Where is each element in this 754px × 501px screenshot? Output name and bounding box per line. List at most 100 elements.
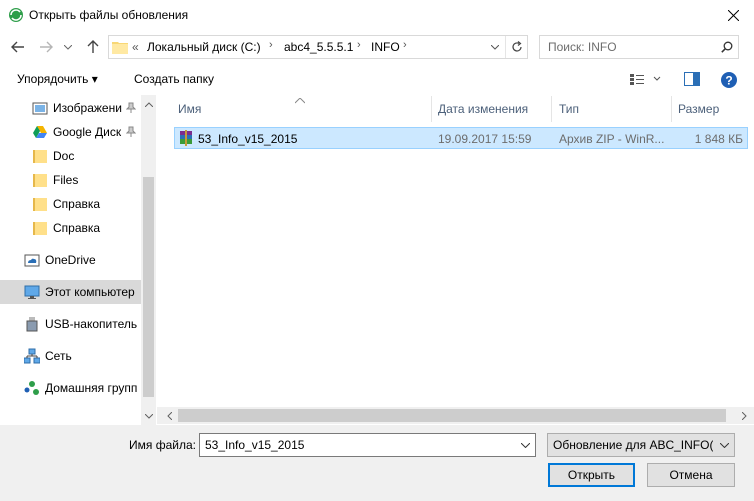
column-header-date[interactable]: Дата изменения (438, 102, 528, 116)
scroll-down-arrow-icon[interactable] (143, 410, 154, 422)
pin-icon (126, 102, 136, 113)
up-button[interactable] (84, 37, 102, 57)
filename-label: Имя файла: (129, 438, 196, 452)
sidebar-item-homegroup[interactable]: Домашняя групп (0, 376, 141, 400)
pictures-icon (32, 102, 48, 115)
winrar-archive-icon (180, 130, 192, 146)
back-arrow-icon (11, 41, 24, 53)
folder-icon (33, 150, 47, 163)
up-arrow-icon (87, 40, 99, 53)
breadcrumb-overflow[interactable]: « (132, 40, 139, 54)
new-folder-button[interactable]: Создать папку (134, 72, 214, 86)
sidebar-item-label: Files (53, 173, 79, 187)
close-button[interactable] (712, 0, 754, 31)
computer-icon (24, 285, 40, 299)
file-date: 19.09.2017 15:59 (438, 132, 532, 146)
sidebar-item-label: Справка (53, 197, 101, 211)
title-bar: Открыть файлы обновления (0, 0, 754, 31)
help-icon: ? (721, 72, 737, 88)
details-view-icon (630, 74, 661, 85)
scroll-up-arrow-icon[interactable] (143, 98, 154, 110)
window-title: Открыть файлы обновления (29, 8, 189, 22)
filename-value: 53_Info_v15_2015 (205, 438, 305, 452)
cancel-button[interactable]: Отмена (647, 463, 735, 487)
help-button[interactable]: ? (720, 71, 738, 89)
sidebar-item-label: Этот компьютер (45, 285, 135, 299)
file-name: 53_Info_v15_2015 (198, 132, 298, 146)
sidebar-item-spravka-2[interactable]: Справка (0, 216, 141, 240)
chevron-down-icon[interactable] (521, 443, 530, 448)
navigation-scrollbar-thumb[interactable] (143, 177, 154, 397)
usb-icon (26, 317, 38, 332)
filename-input[interactable]: 53_Info_v15_2015 (199, 433, 536, 457)
address-bar[interactable]: « Локальный диск (C:) › abc4_5.5.5.1 › I… (108, 35, 528, 59)
sidebar-item-usb[interactable]: USB-накопитель (0, 312, 141, 336)
file-type: Архив ZIP - WinR... (559, 132, 665, 146)
file-list-hscrollbar-thumb[interactable] (178, 409, 726, 422)
column-header-name[interactable]: Имя (178, 102, 201, 116)
search-icon (721, 41, 733, 53)
open-button[interactable]: Открыть (548, 463, 635, 487)
breadcrumb-info[interactable]: INFO (371, 40, 400, 54)
sidebar-item-network[interactable]: Сеть (0, 344, 141, 368)
google-drive-icon (33, 126, 47, 138)
preview-pane-icon (684, 72, 700, 86)
filetype-value: Обновление для ABC_INFO(*.z (553, 438, 713, 452)
table-row[interactable]: 53_Info_v15_2015 19.09.2017 15:59 Архив … (174, 127, 748, 149)
file-size: 1 848 КБ (694, 132, 743, 146)
sidebar-item-pictures[interactable]: Изображени (0, 96, 141, 120)
sidebar-item-files[interactable]: Files (0, 168, 141, 192)
back-button[interactable] (8, 37, 28, 57)
close-icon (727, 10, 739, 21)
breadcrumb-separator-icon[interactable]: › (269, 39, 273, 51)
recent-locations-button[interactable] (62, 40, 74, 54)
organize-menu-button[interactable]: Упорядочить ▾ (17, 72, 98, 86)
forward-button[interactable] (36, 37, 56, 57)
sidebar-item-this-pc[interactable]: Этот компьютер (0, 280, 141, 304)
sidebar-item-label: Справка (53, 221, 101, 235)
homegroup-icon (24, 381, 39, 395)
sidebar-item-spravka[interactable]: Справка (0, 192, 141, 216)
breadcrumb-local-disk[interactable]: Локальный диск (C:) (147, 40, 261, 54)
refresh-button[interactable] (505, 36, 527, 58)
preview-pane-button[interactable] (684, 72, 700, 88)
sidebar-item-onedrive[interactable]: OneDrive (0, 248, 141, 272)
pin-icon (126, 126, 136, 137)
network-icon (24, 348, 40, 364)
column-header-type[interactable]: Тип (559, 102, 579, 116)
column-header-size[interactable]: Размер (678, 102, 719, 116)
folder-icon (33, 198, 47, 211)
filetype-select[interactable]: Обновление для ABC_INFO(*.z (547, 433, 735, 457)
svg-text:?: ? (725, 74, 732, 88)
sidebar-item-label: Doc (53, 149, 75, 163)
sidebar-item-label: USB-накопитель (45, 317, 138, 331)
breadcrumb-abc4[interactable]: abc4_5.5.5.1 (284, 40, 353, 54)
sidebar-item-label: Сеть (45, 349, 72, 363)
column-divider[interactable] (671, 96, 672, 122)
app-icon (9, 8, 23, 22)
folder-icon (33, 222, 47, 235)
scroll-left-arrow-icon[interactable] (163, 409, 175, 422)
sidebar-item-label: Изображени (53, 101, 122, 115)
sidebar-item-doc[interactable]: Doc (0, 144, 141, 168)
chevron-down-icon (720, 443, 729, 448)
search-input[interactable]: Поиск: INFO (539, 35, 739, 59)
column-divider[interactable] (551, 96, 552, 122)
folder-icon (112, 42, 128, 54)
search-placeholder: Поиск: INFO (548, 40, 617, 54)
sort-ascending-icon (294, 93, 306, 107)
change-view-button[interactable] (628, 72, 664, 88)
column-divider[interactable] (431, 96, 432, 122)
forward-arrow-icon (40, 41, 53, 53)
sidebar-item-label: Домашняя групп (45, 381, 138, 395)
chevron-down-icon (64, 44, 72, 50)
address-dropdown-button[interactable] (485, 36, 505, 58)
chevron-down-icon (491, 44, 499, 50)
breadcrumb-separator-icon[interactable]: › (357, 39, 361, 51)
refresh-icon (511, 41, 522, 52)
sidebar-item-google-drive[interactable]: Google Диск (0, 120, 141, 144)
scroll-right-arrow-icon[interactable] (738, 409, 750, 422)
folder-icon (33, 174, 47, 187)
breadcrumb-separator-icon[interactable]: › (403, 39, 407, 51)
sidebar-item-label: OneDrive (45, 253, 96, 267)
